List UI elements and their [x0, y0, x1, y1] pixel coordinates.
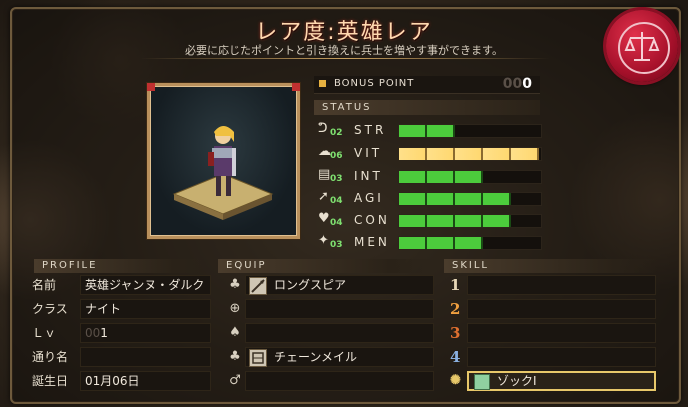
equip-slot-shield[interactable] [245, 299, 434, 319]
stat-bar [398, 214, 542, 228]
stat-row-vit: ☁ 06 VIT [316, 143, 542, 163]
skill-number-1: 1 [450, 276, 461, 294]
skill-slot-4[interactable] [467, 347, 656, 367]
stat-bar [398, 147, 542, 161]
stat-bar-fill [399, 148, 539, 160]
stat-level: 04 [330, 218, 343, 228]
profile-birthday-label: 誕生日 [32, 374, 69, 388]
stat-name: CON [354, 213, 390, 227]
equip-slot-armor[interactable]: チェーンメイル [245, 347, 434, 367]
skill-number-2: 2 [450, 300, 461, 318]
spear-icon [249, 277, 267, 295]
equip-header: EQUIP [218, 259, 434, 273]
stat-bar [398, 124, 542, 138]
armor-slot-icon: ♣ [229, 349, 241, 364]
stat-bar-fill [399, 193, 511, 205]
stat-name: AGI [354, 191, 384, 205]
profile-name-label: 名前 [32, 278, 57, 292]
stat-level: 06 [330, 151, 343, 161]
chainmail-icon [249, 349, 267, 367]
stat-level: 03 [330, 174, 343, 184]
stat-name: VIT [354, 146, 383, 160]
scales-icon [624, 32, 660, 61]
seal-badge [606, 10, 678, 82]
character-portrait [147, 83, 300, 239]
stat-bar-fill [399, 171, 483, 183]
stat-bar-fill [399, 237, 483, 249]
skill-slot-2[interactable] [467, 299, 656, 319]
stat-row-agi: ➚ 04 AGI [316, 188, 542, 208]
stat-name: MEN [354, 235, 390, 249]
profile-name-value: 英雄ジャンヌ・ダルク [80, 275, 211, 295]
skill-slot-1[interactable] [467, 275, 656, 295]
stat-row-men: ✦ 03 MEN [316, 232, 542, 252]
stat-row-str: ᕤ 02 STR [316, 120, 542, 140]
skill-item-icon [474, 374, 490, 390]
profile-birthday-value: 01月06日 [80, 371, 211, 391]
stat-name: STR [354, 123, 387, 137]
stat-level: 02 [330, 128, 343, 138]
stat-bar [398, 236, 542, 250]
skill-slot-5[interactable]: ゾックⅠ [467, 371, 656, 391]
skill-number-4: 4 [450, 348, 461, 366]
helmet-slot-icon: ♠ [229, 325, 241, 340]
equip-slot-helmet[interactable] [245, 323, 434, 343]
stat-row-con: ♥ 04 CON [316, 210, 542, 230]
bonus-point-value: 000 [502, 76, 532, 92]
game-window: レア度:英雄レア 必要に応じたポイントと引き換えに兵士を増やす事ができます。 B… [0, 0, 688, 407]
accessory-slot-icon: ♂ [229, 373, 241, 388]
stat-bar-fill [399, 215, 511, 227]
stat-level: 03 [330, 240, 343, 250]
profile-header: PROFILE [34, 259, 210, 273]
stat-bar [398, 192, 542, 206]
skill-number-3: 3 [450, 324, 461, 342]
profile-class-label: クラス [32, 302, 68, 316]
stat-level: 04 [330, 196, 343, 206]
bonus-point-row: BONUS POINT 000 [314, 76, 540, 94]
profile-level-label: Ｌｖ [32, 326, 57, 340]
profile-alias-value [80, 347, 211, 367]
bonus-point-marker [319, 80, 326, 87]
profile-class-value: ナイト [80, 299, 211, 319]
status-header: STATUS [314, 100, 540, 115]
bonus-point-label: BONUS POINT [334, 78, 415, 89]
shield-slot-icon: ⊕ [229, 301, 241, 316]
equip-slot-accessory[interactable] [245, 371, 434, 391]
stat-bar [398, 170, 542, 184]
sun-icon: ✺ [450, 373, 461, 388]
weapon-slot-icon: ♣ [229, 277, 241, 292]
stat-name: INT [354, 169, 383, 183]
stat-row-int: ▤ 03 INT [316, 166, 542, 186]
equip-slot-weapon[interactable]: ロングスピア [245, 275, 434, 295]
knight-sprite [172, 126, 274, 220]
profile-alias-label: 通り名 [32, 350, 69, 364]
skill-slot-3[interactable] [467, 323, 656, 343]
title-divider [140, 58, 550, 59]
subtitle: 必要に応じたポイントと引き換えに兵士を増やす事ができます。 [185, 44, 503, 57]
stat-bar-fill [399, 125, 455, 137]
profile-level-value: 001 [80, 323, 211, 343]
skill-header: SKILL [444, 259, 658, 273]
